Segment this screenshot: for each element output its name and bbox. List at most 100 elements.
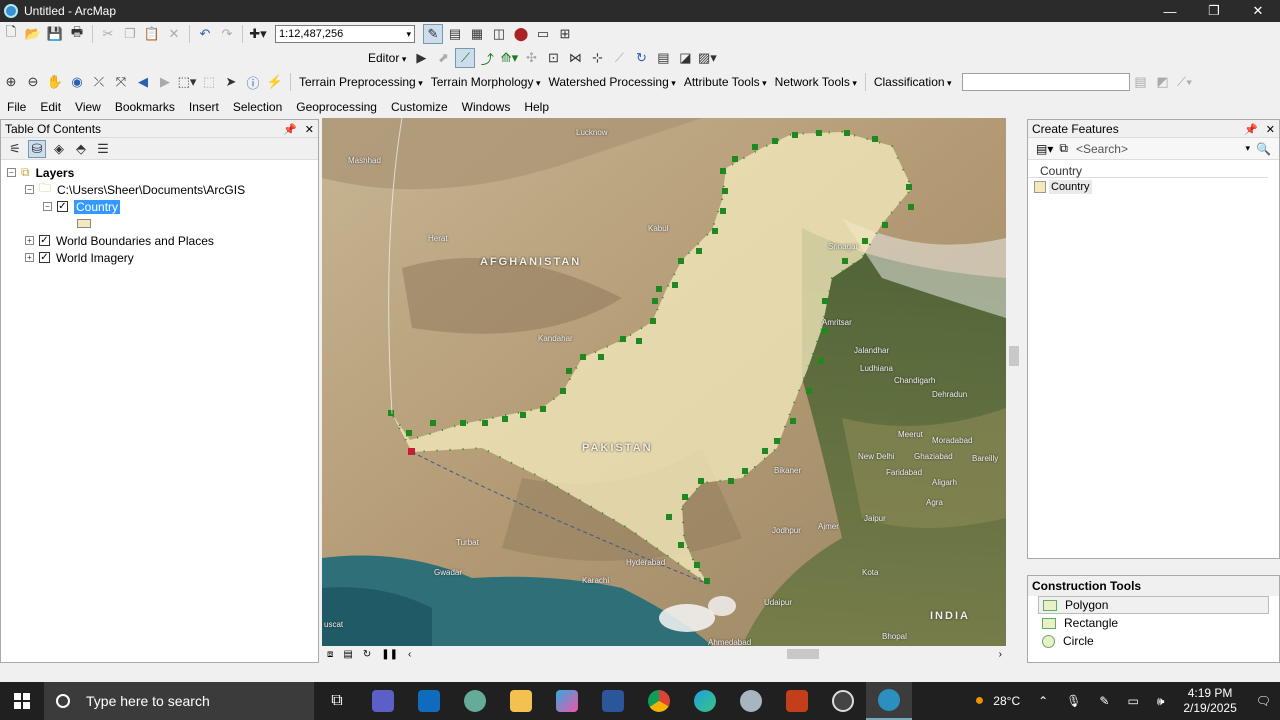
data-view-icon[interactable]: ⧈	[327, 649, 333, 660]
menu-edit[interactable]: Edit	[33, 100, 68, 114]
editor-toolbar-icon[interactable]: ✎	[423, 24, 443, 44]
cut-icon[interactable]: ✂	[98, 24, 118, 44]
map-vertical-scrollbar[interactable]	[1006, 118, 1022, 646]
rotate-icon[interactable]: ↻	[631, 48, 651, 68]
scroll-right-icon[interactable]: ›	[999, 649, 1002, 660]
tree-layer-country[interactable]: − ✓ Country	[7, 198, 318, 215]
create-features-icon[interactable]: ▨▾	[697, 48, 717, 68]
list-by-source-icon[interactable]: ⛁	[28, 139, 46, 158]
signature-icon[interactable]: ⟋▾	[1175, 72, 1195, 92]
pause-drawing-icon[interactable]: ❚❚	[381, 649, 398, 660]
copilot-icon[interactable]	[544, 682, 590, 720]
arctoolbox-icon[interactable]: ▤	[445, 24, 465, 44]
edge-icon[interactable]	[682, 682, 728, 720]
select-elements-icon[interactable]: ➤	[221, 72, 241, 92]
search-icon[interactable]: 🔍	[1256, 142, 1271, 156]
layout-view-icon[interactable]: ▤	[343, 649, 352, 660]
organize-templates-icon[interactable]: ⧉	[1059, 141, 1068, 156]
start-button[interactable]	[0, 682, 44, 720]
open-icon[interactable]: 📂	[23, 24, 43, 44]
edit-vertices-icon[interactable]: ⊡	[543, 48, 563, 68]
clear-selection-icon[interactable]: ⬚	[199, 72, 219, 92]
map-view[interactable]: AFGHANISTAN PAKISTAN INDIA Kabul Herat M…	[322, 118, 1006, 646]
scroll-thumb[interactable]	[1009, 346, 1019, 366]
tree-layers[interactable]: − ⧉ Layers	[7, 164, 318, 181]
hyperlink-icon[interactable]: ⚡	[265, 72, 285, 92]
network-tools-menu[interactable]: Network Tools	[771, 75, 861, 89]
menu-file[interactable]: File	[0, 100, 33, 114]
menu-customize[interactable]: Customize	[384, 100, 455, 114]
cf-close-icon[interactable]: ✕	[1266, 124, 1275, 136]
full-extent-icon[interactable]: ◉	[67, 72, 87, 92]
collapse-icon[interactable]: −	[43, 202, 52, 211]
network-icon[interactable]: ▭	[1127, 694, 1138, 708]
back-icon[interactable]: ◀	[133, 72, 153, 92]
tree-layer-imagery[interactable]: + ✓ World Imagery	[7, 249, 318, 266]
template-country[interactable]: Country	[1028, 178, 1279, 194]
teams-icon[interactable]	[360, 682, 406, 720]
cut-polygons-icon[interactable]: ⊹	[587, 48, 607, 68]
model-builder-icon[interactable]: ▭	[533, 24, 553, 44]
arccatalog-icon[interactable]	[728, 682, 774, 720]
imagery-visibility-checkbox[interactable]: ✓	[39, 252, 50, 263]
histogram-icon[interactable]: ▤	[1131, 72, 1151, 92]
media-player-icon[interactable]	[820, 682, 866, 720]
expand-icon[interactable]: +	[25, 253, 34, 262]
country-symbol[interactable]	[7, 215, 318, 232]
template-search-input[interactable]: <Search>	[1076, 142, 1246, 156]
edit-tool-icon[interactable]: ▶	[411, 48, 431, 68]
country-swatch[interactable]	[77, 219, 91, 228]
copy-icon[interactable]: ❐	[120, 24, 140, 44]
straight-segment-icon[interactable]: ⟋	[455, 48, 476, 68]
menu-selection[interactable]: Selection	[226, 100, 289, 114]
menu-bookmarks[interactable]: Bookmarks	[108, 100, 182, 114]
attributes-icon[interactable]: ▤	[653, 48, 673, 68]
tree-folder[interactable]: − 🗀 C:\Users\Sheer\Documents\ArcGIS	[7, 181, 318, 198]
arcmap-taskbar-icon[interactable]	[866, 682, 912, 720]
powerpoint-icon[interactable]	[774, 682, 820, 720]
menu-geoprocessing[interactable]: Geoprocessing	[289, 100, 384, 114]
search-dropdown-icon[interactable]: ▾	[1246, 143, 1251, 154]
list-by-selection-icon[interactable]: ⬘	[72, 140, 90, 158]
forward-icon[interactable]: ▶	[155, 72, 175, 92]
expand-icon[interactable]: +	[25, 236, 34, 245]
notifications-icon[interactable]: 🗨	[1256, 694, 1271, 708]
delete-icon[interactable]: ✕	[164, 24, 184, 44]
pen-icon[interactable]: ✎	[1099, 694, 1109, 708]
collapse-icon[interactable]: −	[7, 168, 16, 177]
taskbar-search-box[interactable]: Type here to search	[44, 682, 314, 720]
zoom-in-icon[interactable]: ⊕	[1, 72, 21, 92]
pin-icon[interactable]: 📌	[1244, 124, 1258, 136]
collapse-icon[interactable]: −	[25, 185, 34, 194]
word-icon[interactable]	[590, 682, 636, 720]
list-by-visibility-icon[interactable]: ◈	[50, 140, 68, 158]
tool-circle[interactable]: Circle	[1028, 632, 1279, 650]
new-icon[interactable]: 🗋	[1, 24, 21, 44]
chrome-icon[interactable]	[636, 682, 682, 720]
scroll-left-icon[interactable]: ‹	[408, 649, 411, 660]
tool-polygon[interactable]: Polygon	[1038, 596, 1269, 614]
fixed-zoom-in-icon[interactable]: ⤫	[89, 72, 109, 92]
trace-icon[interactable]: ⟰▾	[499, 48, 519, 68]
volume-icon[interactable]: 🕪	[1157, 694, 1165, 709]
zoom-out-icon[interactable]: ⊖	[23, 72, 43, 92]
catalog-icon[interactable]: ▦	[467, 24, 487, 44]
close-button[interactable]: ✕	[1236, 0, 1280, 22]
boundaries-visibility-checkbox[interactable]: ✓	[39, 235, 50, 246]
tree-layer-boundaries[interactable]: + ✓ World Boundaries and Places	[7, 232, 318, 249]
horizontal-scroll-thumb[interactable]	[787, 649, 819, 659]
menu-insert[interactable]: Insert	[182, 100, 226, 114]
add-data-icon[interactable]: ✚▾	[248, 24, 268, 44]
show-hidden-icons-icon[interactable]: ⌃	[1038, 694, 1048, 708]
file-explorer-icon[interactable]	[498, 682, 544, 720]
arcgis-globe-icon[interactable]	[452, 682, 498, 720]
classification-layer-select[interactable]	[961, 73, 1130, 91]
fixed-zoom-out-icon[interactable]: ⤧	[111, 72, 131, 92]
save-icon[interactable]: 💾	[45, 24, 65, 44]
task-view-icon[interactable]: ⧉	[314, 682, 360, 720]
split-icon[interactable]: ⟋	[609, 48, 629, 68]
endpoint-arc-icon[interactable]: ⤴	[477, 48, 497, 68]
search-window-icon[interactable]: ◫	[489, 24, 509, 44]
point-icon[interactable]: ✣	[521, 48, 541, 68]
classification-menu[interactable]: Classification	[870, 75, 956, 89]
